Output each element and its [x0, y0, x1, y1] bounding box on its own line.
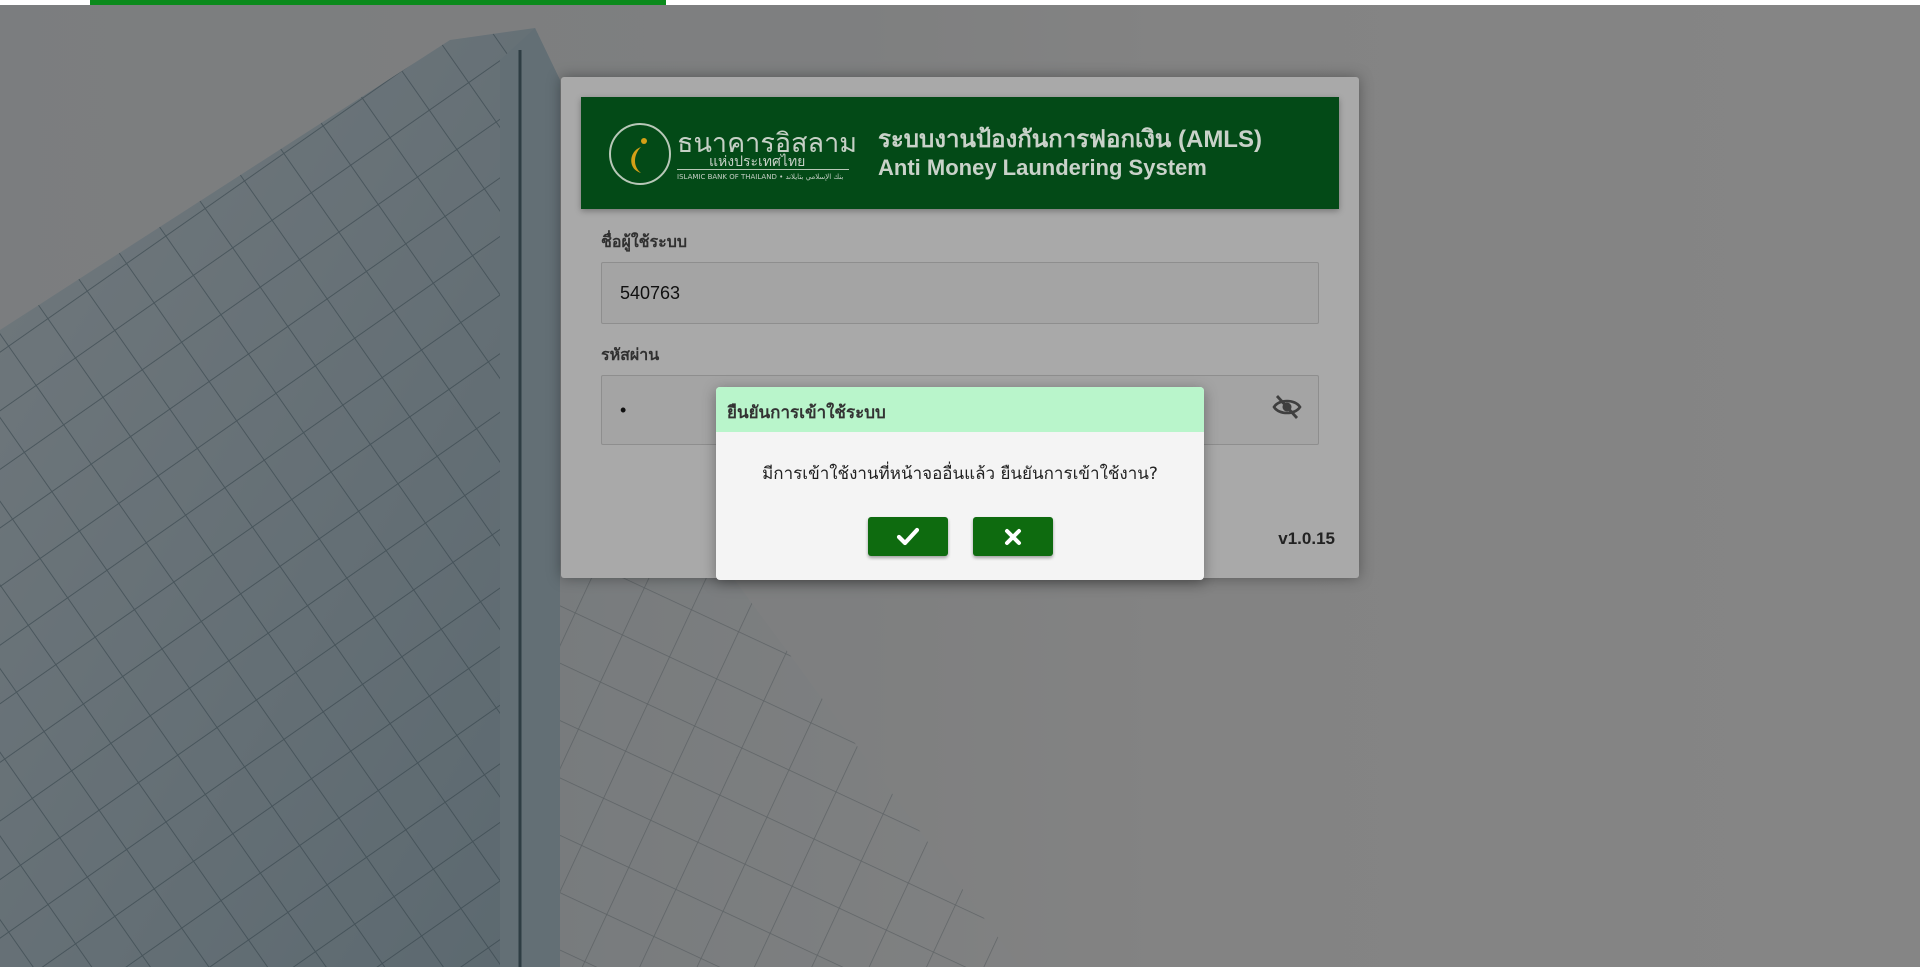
dialog-message: มีการเข้าใช้งานที่หน้าจออื่นแล้ว ยืนยันก… [762, 464, 1158, 484]
dialog-title: ยืนยันการเข้าใช้ระบบ [727, 403, 886, 423]
check-icon [896, 527, 920, 546]
confirm-button[interactable] [868, 517, 948, 556]
system-title-en: Anti Money Laundering System [878, 155, 1207, 180]
bank-logo-icon [609, 123, 671, 185]
close-icon [1005, 529, 1021, 545]
version-label: v1.0.15 [1278, 529, 1335, 548]
username-label: ชื่อผู้ใช้ระบบ [601, 232, 688, 251]
logo-divider [677, 169, 849, 170]
password-label: รหัสผ่าน [601, 345, 660, 364]
password-value: • [620, 400, 627, 420]
username-value: 540763 [620, 283, 681, 303]
eye-slash-icon[interactable] [1272, 394, 1302, 420]
loading-progress-bar [90, 0, 666, 5]
header-banner: ธนาคารอิสลาม แห่งประเทศไทย ISLAMIC BANK … [581, 97, 1339, 209]
cancel-button[interactable] [973, 517, 1053, 556]
bank-name-en: ISLAMIC BANK OF THAILAND • بنك الإسلامي … [677, 173, 844, 181]
dialog-header: ยืนยันการเข้าใช้ระบบ [716, 387, 1204, 432]
system-title-th: ระบบงานป้องกันการฟอกเงิน (AMLS) [878, 126, 1262, 153]
username-input[interactable]: 540763 [601, 262, 1319, 324]
top-loading-strip [0, 0, 1920, 5]
confirm-login-dialog: ยืนยันการเข้าใช้ระบบ มีการเข้าใช้งานที่ห… [716, 387, 1204, 580]
